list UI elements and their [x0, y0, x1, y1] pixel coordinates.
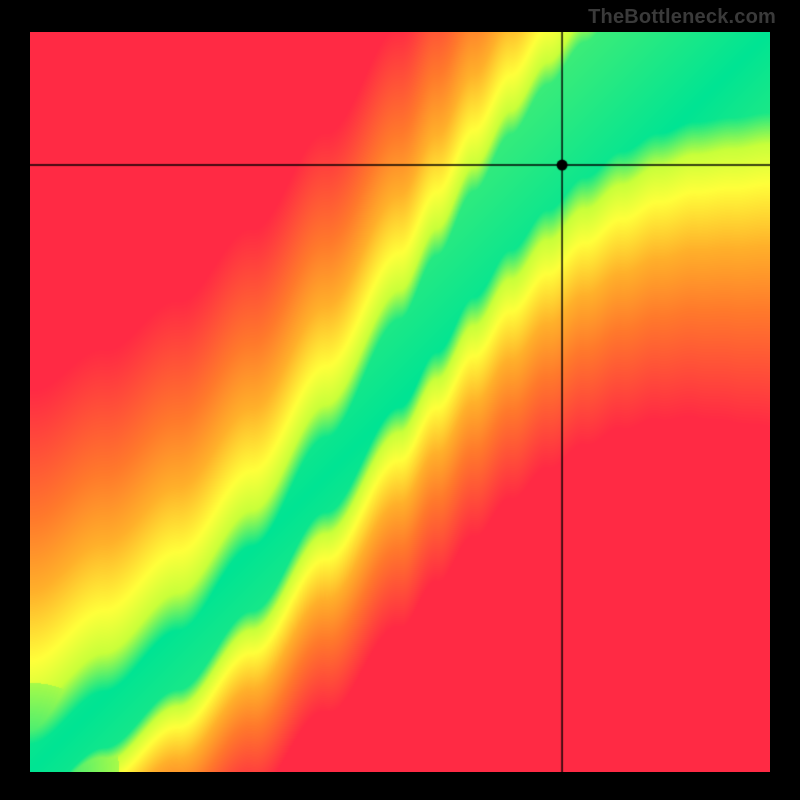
watermark-text: TheBottleneck.com — [588, 6, 776, 29]
bottleneck-heatmap — [30, 32, 770, 772]
chart-frame: TheBottleneck.com — [0, 0, 800, 800]
